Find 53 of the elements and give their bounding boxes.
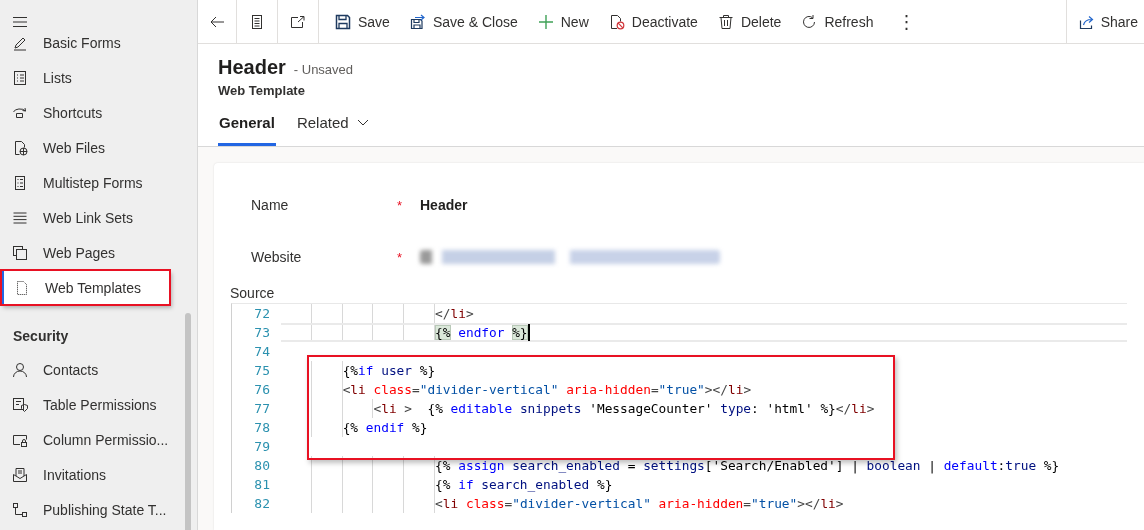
line-number: 72	[253, 306, 271, 321]
code-line: {% if search_enabled %}	[435, 477, 613, 492]
field-label: Website	[251, 249, 303, 265]
sidebar-item[interactable]: Web Templates	[1, 270, 170, 305]
delete-button[interactable]: Delete	[707, 0, 792, 43]
tab[interactable]: Related	[295, 114, 370, 146]
line-number: 76	[253, 382, 271, 397]
deactivate-button[interactable]: Deactivate	[598, 0, 708, 43]
tab[interactable]: General	[218, 114, 276, 146]
code-line: <li class="divider-vertical" aria-hidden="true"></li>	[342, 382, 752, 397]
sidebar-item[interactable]: Basic Forms	[0, 36, 177, 60]
sidebar-item[interactable]: Table Permissions	[0, 387, 177, 422]
more-button[interactable]: ⋮	[883, 0, 930, 43]
sidebar-item[interactable]: Invitations	[0, 457, 177, 492]
sidebar-item[interactable]: Web Pages	[0, 235, 177, 270]
saveclose-button[interactable]: Save & Close	[399, 0, 528, 43]
line-number: 81	[253, 477, 271, 492]
code-line: <li class="divider-vertical" aria-hidden="true"></li>	[435, 496, 844, 511]
sidebar-item[interactable]: Shortcuts	[0, 95, 177, 130]
field-value[interactable]: Header	[420, 197, 468, 213]
entity-name: Web Template	[218, 83, 306, 98]
required-mark: *	[397, 197, 404, 213]
line-number: 77	[253, 401, 271, 416]
sidebar-item[interactable]: Publishing State T...	[0, 492, 177, 527]
sidebar-item[interactable]: Column Permissio...	[0, 422, 177, 457]
line-number: 78	[253, 420, 271, 435]
line-number: 82	[253, 496, 271, 511]
sidebar-item[interactable]: Web Files	[0, 130, 177, 165]
line-number: 73	[253, 325, 271, 340]
new-button[interactable]: New	[527, 0, 599, 43]
code-line: {%if user %}	[342, 363, 436, 378]
code-line: <li > {% editable snippets 'MessageCounter' type: 'html' %}</li>	[373, 401, 875, 416]
record-title: Header	[218, 56, 286, 79]
code-line: {% endif %}	[342, 420, 428, 435]
code-line: {% assign search_enabled = settings['Search/Enabled'] | boolean | default:true %}	[435, 458, 1060, 473]
field-label: Source	[230, 285, 276, 303]
sidebar-item[interactable]: Multistep Forms	[0, 165, 177, 200]
sidebar-item[interactable]: Contacts	[0, 352, 177, 387]
line-number: 75	[253, 363, 271, 378]
sidebar-item[interactable]: Web Link Sets	[0, 200, 177, 235]
code-line: {% endfor %}	[435, 325, 528, 340]
save-status: - Unsaved	[293, 62, 354, 77]
sidebar-item[interactable]: Lists	[0, 60, 177, 95]
required-mark: *	[397, 249, 404, 265]
share-button[interactable]: Share	[1065, 0, 1144, 43]
field-label: Name	[251, 197, 290, 213]
section-heading: Security	[12, 327, 70, 346]
refresh-button[interactable]: Refresh	[791, 0, 884, 43]
line-number: 74	[253, 344, 271, 359]
line-number: 79	[253, 439, 271, 454]
code-line: </li>	[435, 306, 474, 321]
line-number: 80	[253, 458, 271, 473]
save-button[interactable]: Save	[325, 0, 400, 43]
